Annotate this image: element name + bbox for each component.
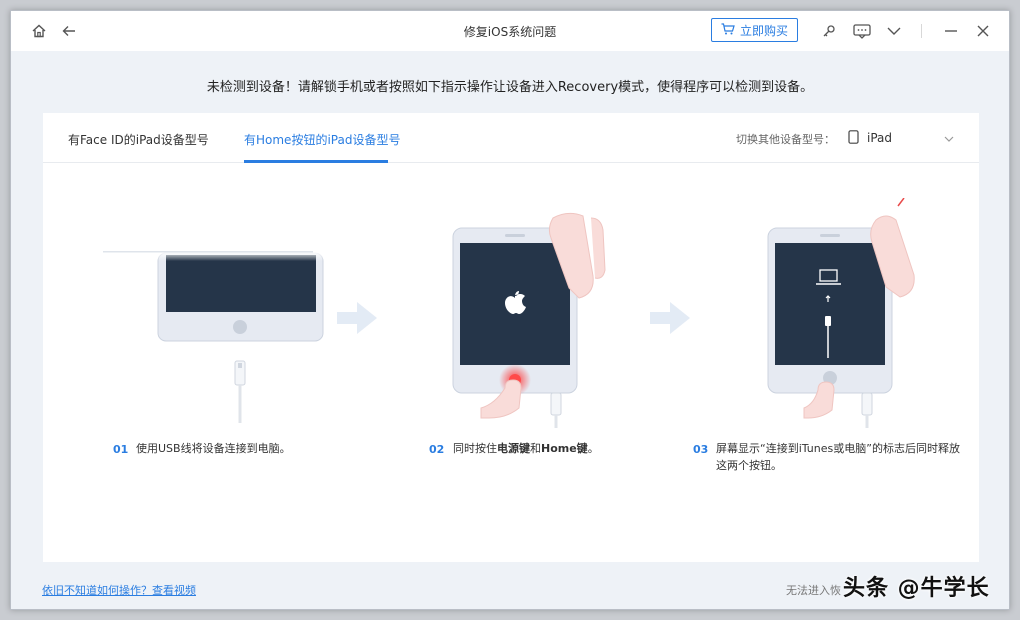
device-type-tabs: 有Face ID的iPad设备型号 有Home按钮的iPad设备型号 切换其他设… [43, 113, 979, 163]
feedback-icon[interactable] [852, 21, 872, 41]
home-icon[interactable] [29, 21, 49, 41]
app-window: 修复iOS系统问题 立即购买 未检测到设备！请解锁手机或者按照如下指示操作让设备… [10, 10, 1010, 610]
step3-text: 屏幕显示“连接到iTunes或电脑”的标志后同时释放 这两个按钮。 [716, 442, 960, 472]
step3-illustration [767, 198, 915, 428]
buy-now-button[interactable]: 立即购买 [711, 18, 798, 42]
instruction-text: 未检测到设备！请解锁手机或者按照如下指示操作让设备进入Recovery模式，使得… [206, 80, 814, 95]
titlebar-divider [921, 24, 922, 38]
step2-text: 同时按住电源键和Home键。 [453, 442, 599, 455]
key-icon[interactable] [819, 21, 839, 41]
chevron-down-icon [943, 130, 955, 149]
watermark: 头条 @牛学长 [843, 576, 990, 601]
minimize-icon[interactable] [941, 21, 961, 41]
back-arrow-icon[interactable] [59, 21, 79, 41]
selected-device: iPad [867, 131, 893, 145]
chevron-down-icon[interactable] [884, 21, 904, 41]
cannot-enter-recovery-link[interactable]: 无法进入恢 [786, 582, 841, 598]
buy-now-label: 立即购买 [739, 23, 788, 38]
step1-number: 01 [113, 443, 129, 456]
tab-home-button-ipad[interactable]: 有Home按钮的iPad设备型号 [244, 131, 400, 148]
arrow-right-icon [650, 302, 690, 334]
cart-icon [721, 22, 735, 38]
step2-illustration [452, 212, 606, 428]
active-tab-indicator [244, 160, 388, 163]
step1-illustration [83, 251, 333, 423]
device-model-select[interactable]: iPad [848, 126, 958, 150]
switch-device-label: 切换其他设备型号： [736, 133, 835, 146]
title-bar: 修复iOS系统问题 立即购买 [11, 11, 1009, 51]
step3-number: 03 [693, 443, 709, 456]
step2-number: 02 [429, 443, 445, 456]
tab-face-id-ipad[interactable]: 有Face ID的iPad设备型号 [68, 131, 209, 148]
step1-text: 使用USB线将设备连接到电脑。 [136, 442, 291, 455]
close-icon[interactable] [973, 21, 993, 41]
guide-panel: 有Face ID的iPad设备型号 有Home按钮的iPad设备型号 切换其他设… [43, 113, 979, 562]
tablet-icon [848, 129, 859, 148]
arrow-right-icon [337, 302, 377, 334]
help-video-link[interactable]: 依旧不知道如何操作？查看视频 [42, 582, 196, 598]
